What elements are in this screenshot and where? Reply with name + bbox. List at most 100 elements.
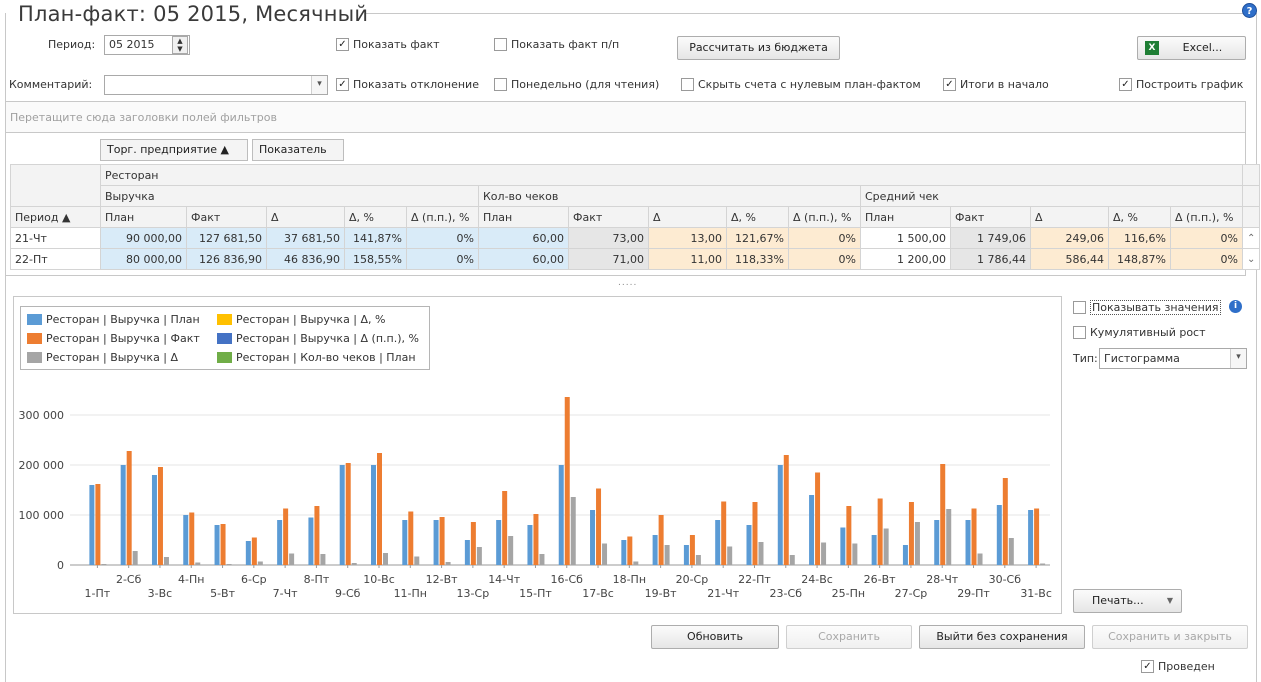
col-header[interactable]: Δ: [648, 206, 727, 228]
col-header[interactable]: Δ (п.п.), %: [788, 206, 861, 228]
unchecked-box-icon: [494, 38, 507, 51]
table-cell[interactable]: 121,67%: [726, 227, 789, 249]
build-chart-checkbox[interactable]: ✓ Построить график: [1119, 78, 1243, 91]
col-header[interactable]: Факт: [568, 206, 649, 228]
x-tick-label: 5-Вт: [210, 587, 236, 600]
show-fact-pp-checkbox[interactable]: Показать факт п/п: [494, 38, 619, 51]
exit-without-save-button[interactable]: Выйти без сохранения: [919, 625, 1085, 649]
x-tick-label: 27-Ср: [895, 587, 928, 600]
cumulative-checkbox[interactable]: Кумулятивный рост: [1073, 326, 1206, 339]
col-header[interactable]: Δ: [266, 206, 345, 228]
col-header[interactable]: Факт: [950, 206, 1031, 228]
table-cell[interactable]: 71,00: [568, 248, 649, 270]
filter-drop-area[interactable]: Перетащите сюда заголовки полей фильтров: [5, 101, 1246, 133]
table-cell[interactable]: 73,00: [568, 227, 649, 249]
table-cell[interactable]: 0%: [406, 227, 479, 249]
x-tick-label: 19-Вт: [645, 587, 678, 600]
hide-zero-checkbox[interactable]: Скрыть счета с нулевым план-фактом: [681, 78, 921, 91]
table-cell[interactable]: 60,00: [478, 248, 569, 270]
totals-first-checkbox[interactable]: ✓ Итоги в начало: [943, 78, 1049, 91]
table-row[interactable]: 21-Чт 90 000,00 127 681,50 37 681,50 141…: [10, 227, 1261, 249]
table-cell[interactable]: 1 200,00: [860, 248, 951, 270]
table-cell[interactable]: 586,44: [1030, 248, 1109, 270]
table-cell[interactable]: 158,55%: [344, 248, 407, 270]
save-and-close-button[interactable]: Сохранить и закрыть: [1092, 625, 1248, 649]
table-cell[interactable]: 46 836,90: [266, 248, 345, 270]
table-cell[interactable]: 0%: [1170, 248, 1243, 270]
row-field-period[interactable]: Период ▲: [10, 206, 101, 228]
table-cell[interactable]: 37 681,50: [266, 227, 345, 249]
bar: [1008, 538, 1014, 565]
chevron-down-icon[interactable]: ▾: [311, 76, 327, 94]
y-tick-label: 200 000: [19, 459, 65, 472]
bar: [126, 451, 132, 565]
save-button[interactable]: Сохранить: [786, 625, 912, 649]
chart-type-select[interactable]: Гистограмма ▾: [1099, 348, 1247, 369]
chevron-down-icon[interactable]: ▾: [1230, 349, 1246, 368]
splitter-handle[interactable]: .....: [618, 278, 637, 288]
show-deviation-checkbox[interactable]: ✓ Показать отклонение: [336, 78, 479, 91]
col-header[interactable]: План: [100, 206, 187, 228]
x-tick-label: 16-Сб: [551, 573, 584, 586]
column-field-store[interactable]: Торг. предприятие ▲: [100, 139, 248, 161]
print-button[interactable]: Печать... ▼: [1073, 589, 1182, 613]
x-tick-label: 21-Чт: [707, 587, 740, 600]
table-cell[interactable]: 0%: [406, 248, 479, 270]
info-icon[interactable]: i: [1229, 300, 1242, 313]
bar: [470, 522, 476, 565]
table-cell[interactable]: 13,00: [648, 227, 727, 249]
col-header[interactable]: Δ (п.п.), %: [1170, 206, 1243, 228]
table-cell[interactable]: 126 836,90: [186, 248, 267, 270]
help-icon[interactable]: ?: [1242, 3, 1257, 18]
table-cell[interactable]: 116,6%: [1108, 227, 1171, 249]
table-cell[interactable]: 60,00: [478, 227, 569, 249]
scroll-up-icon[interactable]: ⌃: [1241, 227, 1261, 249]
scroll-down-icon[interactable]: ⌄: [1241, 248, 1261, 270]
col-header[interactable]: Δ, %: [1108, 206, 1171, 228]
unchecked-box-icon: [494, 78, 507, 91]
table-cell[interactable]: 0%: [788, 227, 861, 249]
refresh-button[interactable]: Обновить: [651, 625, 779, 649]
col-header[interactable]: План: [860, 206, 951, 228]
period-stepper[interactable]: ▲ ▼: [172, 36, 188, 54]
col-header[interactable]: Δ (п.п.), %: [406, 206, 479, 228]
show-values-checkbox[interactable]: Показывать значения: [1073, 300, 1221, 315]
bar: [476, 547, 482, 565]
table-cell[interactable]: 1 500,00: [860, 227, 951, 249]
table-cell[interactable]: 141,87%: [344, 227, 407, 249]
table-cell[interactable]: 249,06: [1030, 227, 1109, 249]
col-header[interactable]: Δ, %: [344, 206, 407, 228]
pivot-table: Ресторан Выручка Кол-во чеков Средний че…: [10, 164, 1261, 270]
weekly-checkbox[interactable]: Понедельно (для чтения): [494, 78, 659, 91]
excel-button[interactable]: X Excel...: [1137, 36, 1246, 60]
unchecked-box-icon: [681, 78, 694, 91]
bar: [314, 506, 320, 565]
calc-from-budget-button[interactable]: Рассчитать из бюджета: [677, 36, 840, 60]
table-cell[interactable]: 148,87%: [1108, 248, 1171, 270]
table-cell[interactable]: 1 786,44: [950, 248, 1031, 270]
table-cell[interactable]: 11,00: [648, 248, 727, 270]
column-field-indicator[interactable]: Показатель: [252, 139, 344, 161]
col-header[interactable]: Факт: [186, 206, 267, 228]
table-cell[interactable]: 90 000,00: [100, 227, 187, 249]
bar: [789, 555, 795, 565]
table-cell[interactable]: 80 000,00: [100, 248, 187, 270]
col-header[interactable]: План: [478, 206, 569, 228]
bar: [689, 535, 695, 565]
frame-top: [365, 13, 1256, 14]
x-tick-label: 15-Пт: [519, 587, 552, 600]
table-cell[interactable]: 1 749,06: [950, 227, 1031, 249]
bar: [758, 542, 764, 565]
posted-checkbox[interactable]: ✓ Проведен: [1141, 660, 1215, 673]
table-cell[interactable]: 118,33%: [726, 248, 789, 270]
unchecked-box-icon: [1073, 301, 1086, 314]
table-cell[interactable]: 0%: [1170, 227, 1243, 249]
table-cell[interactable]: 0%: [788, 248, 861, 270]
comment-field[interactable]: ▾: [104, 75, 328, 95]
bar: [965, 520, 971, 565]
table-cell[interactable]: 127 681,50: [186, 227, 267, 249]
show-fact-checkbox[interactable]: ✓ Показать факт: [336, 38, 440, 51]
table-row[interactable]: 22-Пт 80 000,00 126 836,90 46 836,90 158…: [10, 248, 1261, 270]
col-header[interactable]: Δ: [1030, 206, 1109, 228]
col-header[interactable]: Δ, %: [726, 206, 789, 228]
